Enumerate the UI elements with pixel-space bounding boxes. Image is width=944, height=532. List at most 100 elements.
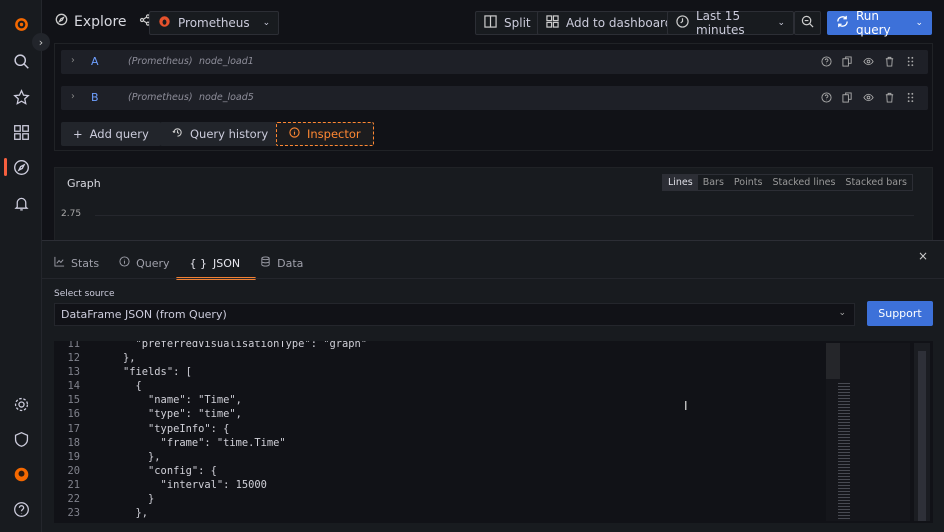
tab-json[interactable]: { } JSON <box>175 254 256 280</box>
explore-compass-icon[interactable] <box>11 157 31 177</box>
drag-handle-icon[interactable] <box>904 55 916 67</box>
code-text: "fields": [ <box>98 366 192 379</box>
info-icon <box>119 256 130 270</box>
query-editor-area: › A (Prometheus) node_load1 › B (Prometh… <box>54 43 933 151</box>
tab-stats[interactable]: Stats <box>54 254 113 277</box>
code-text: "config": { <box>98 464 217 477</box>
query-history-button[interactable]: Query history <box>160 122 281 146</box>
query-row-b[interactable]: › B (Prometheus) node_load5 <box>61 86 928 110</box>
explore-icon <box>55 13 68 30</box>
json-code-editor[interactable]: 11 "preferredVisualisationType": "graph"… <box>54 341 933 523</box>
code-line: 19 }, <box>54 450 367 464</box>
expand-sidebar-button[interactable]: › <box>32 33 50 51</box>
datasource-picker[interactable]: Prometheus ⌄ <box>149 11 280 35</box>
code-text: }, <box>98 352 136 365</box>
graph-mode-toggle: Lines Bars Points Stacked lines Stacked … <box>661 174 913 191</box>
close-icon[interactable]: × <box>918 249 928 263</box>
history-icon <box>172 127 183 141</box>
gear-icon[interactable] <box>11 394 31 414</box>
line-number: 13 <box>67 366 80 379</box>
active-indicator <box>4 158 7 176</box>
duplicate-icon[interactable] <box>841 55 853 67</box>
line-number: 14 <box>67 380 80 393</box>
code-text: "type": "time", <box>98 408 242 421</box>
code-text: "typeInfo": { <box>98 422 230 435</box>
help-icon[interactable] <box>820 91 832 103</box>
braces-icon: { } <box>189 256 208 270</box>
code-line: 15 "name": "Time", <box>54 393 367 407</box>
tab-data[interactable]: Data <box>260 254 317 277</box>
duplicate-icon[interactable] <box>841 91 853 103</box>
search-icon[interactable] <box>11 51 31 71</box>
info-icon <box>289 127 300 141</box>
run-query-button[interactable]: Run query ⌄ <box>827 9 932 37</box>
grafana-logo-icon[interactable] <box>11 14 31 34</box>
dashboards-icon[interactable] <box>11 122 31 142</box>
line-number: 19 <box>67 450 80 463</box>
source-select[interactable]: DataFrame JSON (from Query) ⌄ <box>54 303 855 326</box>
line-number: 11 <box>67 341 80 350</box>
drag-handle-icon[interactable] <box>904 91 916 103</box>
mode-points[interactable]: Points <box>729 175 768 190</box>
line-number: 12 <box>67 352 80 365</box>
code-line: 11 "preferredVisualisationType": "graph" <box>54 341 367 351</box>
chevron-right-icon[interactable]: › <box>71 55 75 66</box>
graph-panel: Graph Lines Bars Points Stacked lines St… <box>54 167 933 247</box>
minimap[interactable] <box>826 343 910 521</box>
code-line: 13 "fields": [ <box>54 365 367 379</box>
chevron-down-icon: ⌄ <box>838 308 846 318</box>
clock-icon <box>676 15 689 31</box>
shield-icon[interactable] <box>11 429 31 449</box>
support-button[interactable]: Support <box>867 301 933 326</box>
line-number: 21 <box>67 478 80 491</box>
chart-icon <box>54 256 65 270</box>
code-text: "preferredVisualisationType": "graph" <box>98 341 367 350</box>
trash-icon[interactable] <box>883 55 895 67</box>
split-icon <box>484 15 497 31</box>
tab-query[interactable]: Query <box>119 254 183 277</box>
bell-icon[interactable] <box>11 193 31 213</box>
query-row-a[interactable]: › A (Prometheus) node_load1 <box>61 50 928 74</box>
split-button[interactable]: Split <box>475 11 540 35</box>
star-icon[interactable] <box>11 87 31 107</box>
eye-icon[interactable] <box>862 55 874 67</box>
plus-icon: + <box>73 127 83 141</box>
refresh-icon <box>836 15 849 31</box>
time-range-picker[interactable]: Last 15 minutes ⌄ <box>667 9 794 37</box>
divider <box>42 278 944 279</box>
prometheus-icon <box>158 15 171 31</box>
code-lines: 11 "preferredVisualisationType": "graph"… <box>54 341 367 520</box>
add-query-button[interactable]: + Add query <box>61 122 161 146</box>
editor-scrollbar[interactable] <box>914 343 930 521</box>
explore-toolbar: Explore Prometheus ⌄ Split Add to dashbo… <box>42 0 944 44</box>
zoom-out-button[interactable] <box>794 11 821 35</box>
code-line: 18 "frame": "time.Time" <box>54 436 367 450</box>
sidebar <box>0 0 42 532</box>
line-number: 22 <box>67 493 80 506</box>
code-text: }, <box>98 450 161 463</box>
inspector-tabs: Stats Query { } JSON Data <box>54 254 323 280</box>
mode-bars[interactable]: Bars <box>698 175 729 190</box>
help-icon[interactable] <box>11 499 31 519</box>
avatar[interactable] <box>11 464 31 484</box>
chevron-right-icon[interactable]: › <box>71 91 75 102</box>
inspector-drawer: Stats Query { } JSON Data × Select source… <box>42 240 944 532</box>
trash-icon[interactable] <box>883 91 895 103</box>
mode-stacked-lines[interactable]: Stacked lines <box>767 175 840 190</box>
mode-lines[interactable]: Lines <box>662 175 698 190</box>
help-icon[interactable] <box>820 55 832 67</box>
code-line: 17 "typeInfo": { <box>54 422 367 436</box>
code-text: }, <box>98 507 149 520</box>
inspector-button[interactable]: Inspector <box>276 122 374 146</box>
code-line: 20 "config": { <box>54 464 367 478</box>
page-title: Explore <box>55 13 151 30</box>
code-text: "frame": "time.Time" <box>98 436 286 449</box>
line-number: 20 <box>67 464 80 477</box>
add-to-dashboard-button[interactable]: Add to dashboard <box>537 11 682 35</box>
code-text: } <box>98 493 155 506</box>
code-text: "name": "Time", <box>98 394 242 407</box>
mode-stacked-bars[interactable]: Stacked bars <box>840 175 912 190</box>
eye-icon[interactable] <box>862 91 874 103</box>
code-line: 14 { <box>54 379 367 393</box>
chevron-down-icon[interactable]: ⌄ <box>915 18 923 28</box>
